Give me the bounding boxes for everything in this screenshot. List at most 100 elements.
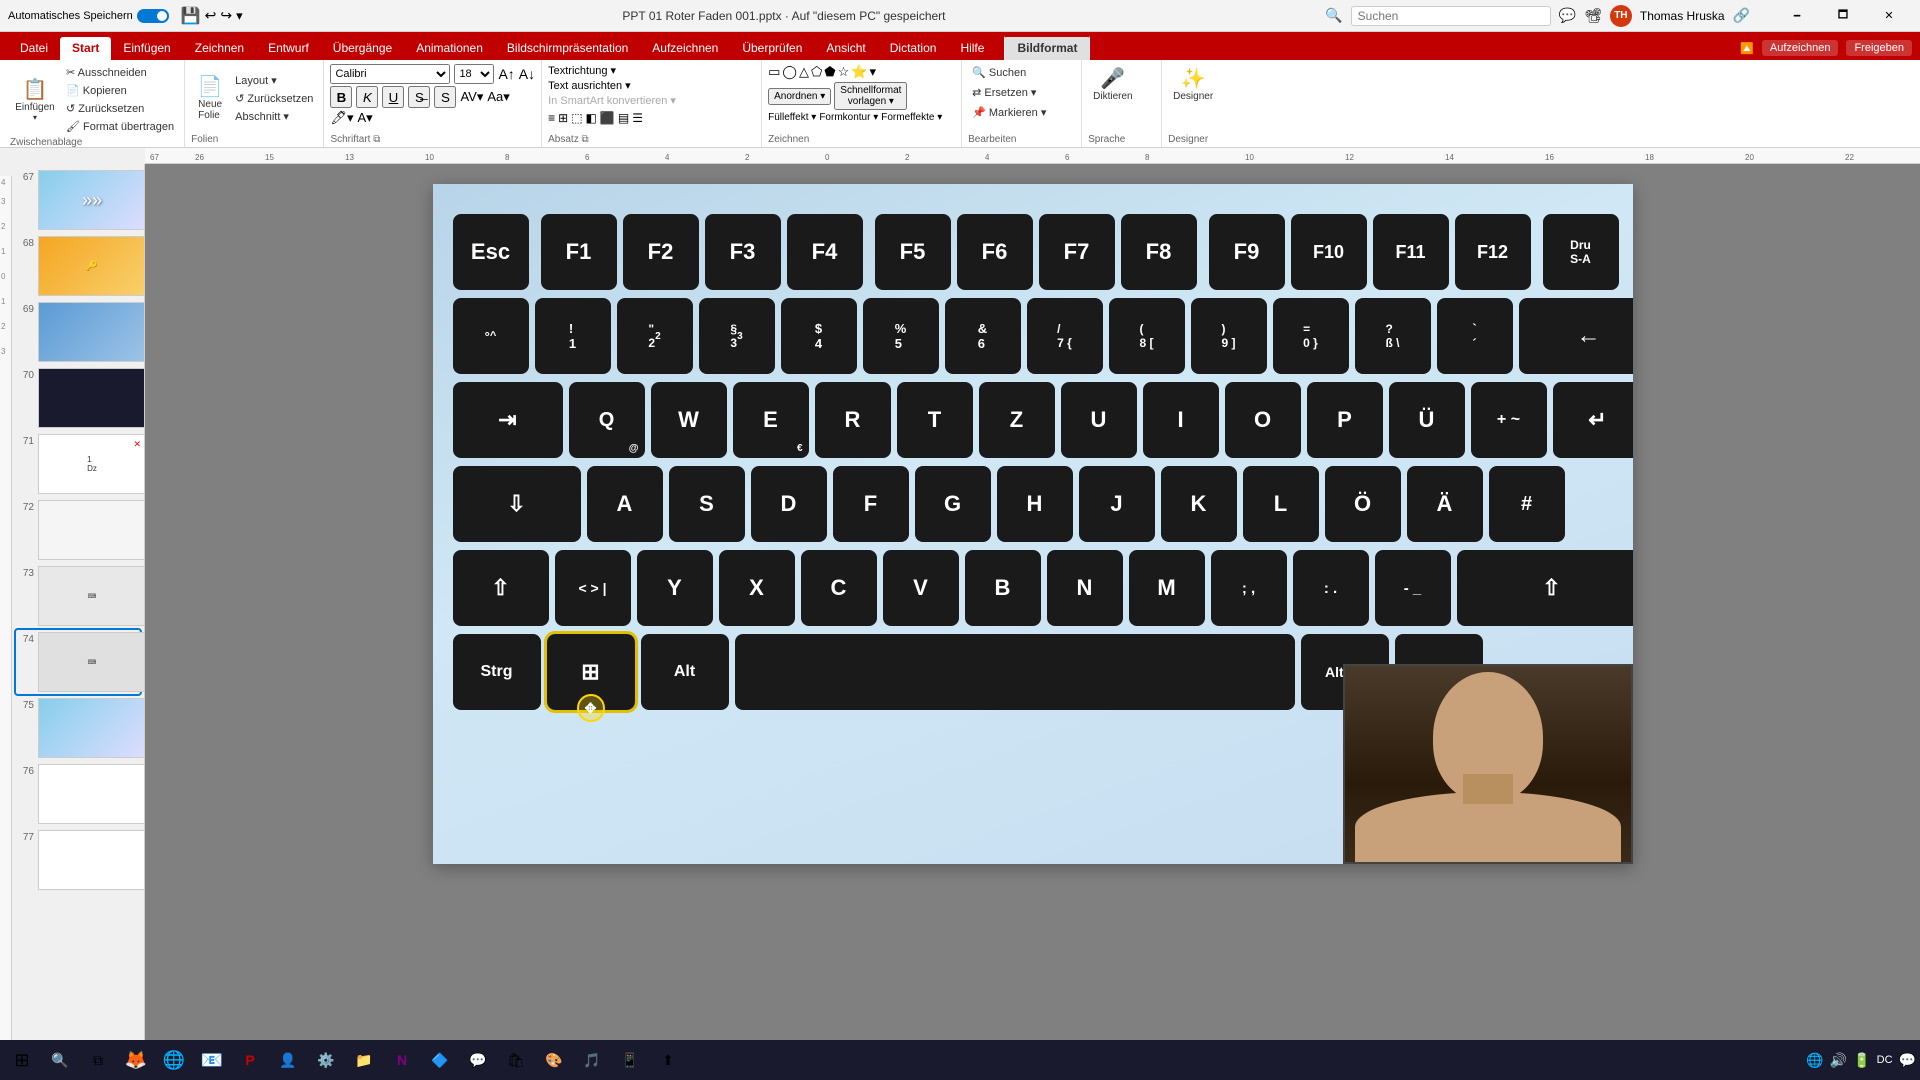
key-f5[interactable]: F5 — [875, 214, 951, 290]
zuruecksetzen-button[interactable]: ↺ Zurücksetzen — [62, 100, 178, 117]
tab-dictation[interactable]: Dictation — [878, 37, 949, 60]
slide-thumb-70[interactable]: 70 — [16, 366, 140, 430]
shape-4[interactable]: ⬠ — [811, 64, 822, 80]
tab-animationen[interactable]: Animationen — [404, 37, 495, 60]
shape-7[interactable]: ⭐ — [851, 64, 867, 80]
slide-thumb-77[interactable]: 77 — [16, 828, 140, 892]
key-period[interactable]: : . — [1293, 550, 1369, 626]
shape-3[interactable]: △ — [799, 64, 809, 80]
key-q[interactable]: Q@ — [569, 382, 645, 458]
formeffekte-btn[interactable]: Formeffekte ▾ — [881, 112, 942, 123]
search-icon[interactable]: 🔍 — [1325, 7, 1342, 24]
key-h[interactable]: H — [997, 466, 1073, 542]
ribbon-display-btn[interactable]: 🔼 — [1740, 42, 1754, 55]
key-shift-r[interactable]: ⇧ — [1457, 550, 1633, 626]
key-7[interactable]: /7 { — [1027, 298, 1103, 374]
slide-thumb-73[interactable]: 73 ⌨ — [16, 564, 140, 628]
key-6[interactable]: &6 — [945, 298, 1021, 374]
redo-icon[interactable]: ↪ — [220, 7, 232, 24]
key-f8[interactable]: F8 — [1121, 214, 1197, 290]
slide-thumb-69[interactable]: 69 — [16, 300, 140, 364]
list-btn-1[interactable]: ≡ — [548, 111, 555, 125]
taskbar-taskview[interactable]: ⧉ — [80, 1042, 116, 1078]
anordnen-button[interactable]: Anordnen ▾ — [768, 88, 831, 105]
italic-button[interactable]: K — [356, 86, 378, 108]
ausschneiden-button[interactable]: ✂ Ausschneiden — [62, 64, 178, 81]
smartart-btn[interactable]: In SmartArt konvertieren ▾ — [548, 94, 676, 107]
shape-1[interactable]: ▭ — [768, 64, 780, 80]
font-size-select[interactable]: 18 — [454, 64, 494, 84]
key-strg[interactable]: Strg — [453, 634, 541, 710]
textrichtung-btn[interactable]: Textrichtung ▾ — [548, 64, 616, 77]
key-8[interactable]: (8 [ — [1109, 298, 1185, 374]
key-enter[interactable]: ↵ — [1553, 382, 1633, 458]
abschnitt-button[interactable]: Abschnitt ▾ — [231, 108, 317, 125]
taskbar-phone[interactable]: 📱 — [612, 1042, 648, 1078]
key-f[interactable]: F — [833, 466, 909, 542]
key-b[interactable]: B — [965, 550, 1041, 626]
key-x[interactable]: X — [719, 550, 795, 626]
absatz-dialog-btn[interactable]: ⧉ — [581, 134, 588, 145]
font-decrease-btn[interactable]: A↓ — [519, 66, 535, 82]
key-4[interactable]: $4 — [781, 298, 857, 374]
slide-canvas[interactable]: Esc F1 F2 F3 F4 F5 F6 F7 F8 F9 F10 F11 F… — [433, 184, 1633, 864]
align-left-btn[interactable]: ◧ — [586, 111, 597, 125]
key-f6[interactable]: F6 — [957, 214, 1033, 290]
shadow-button[interactable]: S — [434, 86, 456, 108]
zuruecksetzen2-button[interactable]: ↺ Zurücksetzen — [231, 90, 317, 107]
taskbar-onenote[interactable]: N — [384, 1042, 420, 1078]
tab-entwurf[interactable]: Entwurf — [256, 37, 321, 60]
undo-icon[interactable]: ↩ — [205, 7, 217, 24]
bold-button[interactable]: B — [330, 86, 352, 108]
designer-button[interactable]: ✨ Designer — [1168, 64, 1218, 105]
font-color-btn[interactable]: A▾ — [357, 110, 372, 126]
key-f10[interactable]: F10 — [1291, 214, 1367, 290]
schnellformatvorlagen-button[interactable]: Schnellformatvorlagen ▾ — [834, 82, 907, 110]
key-a[interactable]: A — [587, 466, 663, 542]
key-p[interactable]: P — [1307, 382, 1383, 458]
key-l[interactable]: L — [1243, 466, 1319, 542]
layout-button[interactable]: Layout ▾ — [231, 72, 317, 89]
taskbar-chrome[interactable]: 🌐 — [156, 1042, 192, 1078]
taskbar-outlook[interactable]: 📧 — [194, 1042, 230, 1078]
slide-thumb-72[interactable]: 72 — [16, 498, 140, 562]
tab-start[interactable]: Start — [60, 37, 111, 60]
key-m[interactable]: M — [1129, 550, 1205, 626]
key-n[interactable]: N — [1047, 550, 1123, 626]
slide-thumb-67[interactable]: 67 »» — [16, 168, 140, 232]
key-2[interactable]: "2 2 — [617, 298, 693, 374]
slide-thumb-75[interactable]: 75 — [16, 696, 140, 760]
tab-aufzeichnen[interactable]: Aufzeichnen — [640, 37, 730, 60]
align-right-btn[interactable]: ▤ — [618, 111, 629, 125]
aufzeichnen-btn[interactable]: Aufzeichnen — [1762, 40, 1839, 56]
key-win[interactable]: ⊞ ✥ — [547, 634, 635, 710]
tab-ansicht[interactable]: Ansicht — [814, 37, 877, 60]
taskbar-volume[interactable]: 🔊 — [1830, 1052, 1847, 1069]
taskbar-network[interactable]: 🌐 — [1806, 1052, 1823, 1069]
char-spacing-btn[interactable]: AV▾ — [460, 89, 483, 105]
taskbar-media[interactable]: 🎨 — [536, 1042, 572, 1078]
key-hash[interactable]: # — [1489, 466, 1565, 542]
key-f12[interactable]: F12 — [1455, 214, 1531, 290]
taskbar-search[interactable]: 🔍 — [42, 1042, 78, 1078]
fuelleffekt-btn[interactable]: Fülleffekt ▾ — [768, 112, 816, 123]
key-f4[interactable]: F4 — [787, 214, 863, 290]
minimize-button[interactable]: 🗕 — [1774, 0, 1820, 32]
font-case-btn[interactable]: Aa▾ — [487, 89, 509, 105]
suchen-button[interactable]: 🔍 Suchen — [968, 64, 1050, 81]
einfuegen-button[interactable]: 📋 Einfügen ▾ — [10, 75, 60, 125]
underline-button[interactable]: U — [382, 86, 404, 108]
key-f2[interactable]: F2 — [623, 214, 699, 290]
strikethrough-button[interactable]: S̶ — [408, 86, 430, 108]
key-f7[interactable]: F7 — [1039, 214, 1115, 290]
taskbar-time[interactable]: DC — [1877, 1054, 1893, 1066]
more-shapes-btn[interactable]: ▾ — [869, 64, 876, 80]
shape-5[interactable]: ⬟ — [824, 64, 835, 80]
key-oe[interactable]: Ö — [1325, 466, 1401, 542]
shape-2[interactable]: ◯ — [782, 64, 797, 80]
taskbar-more[interactable]: ⬆ — [650, 1042, 686, 1078]
slide-thumb-71[interactable]: 71 1Dz ✕ — [16, 432, 140, 496]
key-backspace[interactable]: ← — [1519, 298, 1633, 374]
taskbar-powerpoint[interactable]: P — [232, 1042, 268, 1078]
align-justify-btn[interactable]: ☰ — [632, 111, 643, 125]
